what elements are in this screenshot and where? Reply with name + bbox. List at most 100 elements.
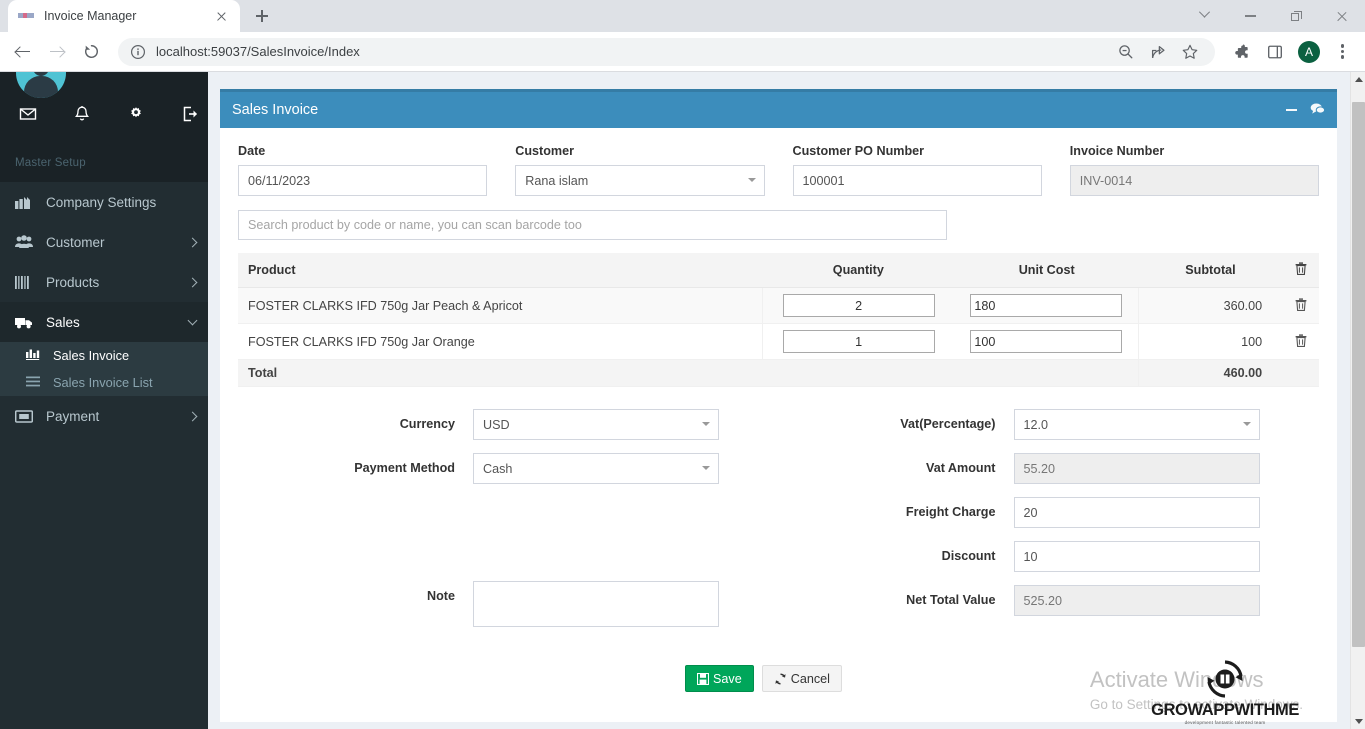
field-customer: Customer Rana islam [515, 144, 764, 196]
unit-cost-input[interactable]: 100 [970, 330, 1122, 353]
scroll-down-arrow[interactable] [1351, 714, 1365, 729]
refresh-icon [774, 673, 787, 685]
sidebar-item-sales-invoice-list[interactable]: Sales Invoice List [0, 369, 208, 396]
net-total-value: 525.20 [1014, 585, 1260, 616]
vat-percentage-select[interactable]: 12.0 [1014, 409, 1260, 440]
browser-tab[interactable]: Invoice Manager [8, 0, 240, 32]
browser-toolbar: localhost:59037/SalesInvoice/Index [0, 32, 1365, 72]
logout-icon[interactable] [180, 104, 200, 124]
reload-icon[interactable] [76, 37, 106, 67]
tab-search-icon[interactable] [1181, 0, 1227, 32]
table-total-row: Total 460.00 [238, 360, 1319, 387]
cell-subtotal: 360.00 [1139, 288, 1282, 324]
bell-icon[interactable] [72, 104, 92, 124]
panel-title: Sales Invoice [232, 102, 1286, 118]
panel-header: Sales Invoice [220, 92, 1337, 128]
extensions-icon[interactable] [1227, 38, 1255, 66]
side-panel-icon[interactable] [1261, 38, 1289, 66]
close-tab-icon[interactable] [212, 7, 230, 25]
close-window-icon[interactable] [1319, 0, 1365, 32]
tab-title: Invoice Manager [44, 9, 212, 23]
sidebar-item-company-settings[interactable]: Company Settings [0, 182, 208, 222]
th-actions [1282, 253, 1319, 288]
trash-icon [1295, 262, 1307, 275]
field-net-total-value: Net Total Value 525.20 [779, 585, 1320, 616]
url-text: localhost:59037/SalesInvoice/Index [156, 44, 1117, 59]
main-content: Sales Invoice Date 06/11/2023 [208, 72, 1365, 729]
sidebar-label: Sales Invoice [53, 348, 129, 363]
invoice-summary-form: Currency USD Payment Method [238, 409, 1319, 651]
list-icon [26, 375, 44, 390]
summary-right-column: Vat(Percentage) 12.0 Vat Amount [779, 409, 1320, 645]
share-icon[interactable] [1149, 43, 1167, 61]
sidebar-item-products[interactable]: Products [0, 262, 208, 302]
chat-bubble-icon[interactable] [1310, 102, 1325, 119]
field-date: Date 06/11/2023 [238, 144, 487, 196]
summary-left-column: Currency USD Payment Method [238, 409, 779, 645]
panel-minimize-icon[interactable] [1286, 109, 1297, 111]
cancel-button[interactable]: Cancel [762, 665, 842, 692]
sidebar-item-sales[interactable]: Sales [0, 302, 208, 342]
table-row: FOSTER CLARKS IFD 750g Jar Orange 1 100 … [238, 324, 1319, 360]
field-currency: Currency USD [238, 409, 779, 440]
window-controls [1181, 0, 1365, 32]
discount-input[interactable]: 10 [1014, 541, 1260, 572]
field-freight-charge: Freight Charge 20 [779, 497, 1320, 528]
site-info-icon[interactable] [130, 44, 146, 60]
sidebar-item-customer[interactable]: Customer [0, 222, 208, 262]
zoom-out-icon[interactable] [1117, 43, 1135, 61]
field-note: Note [238, 581, 779, 632]
sidebar-label: Payment [46, 409, 189, 424]
sidebar-label: Products [46, 275, 189, 290]
profile-avatar[interactable]: A [1295, 38, 1323, 66]
customer-select[interactable]: Rana islam [515, 165, 764, 196]
scroll-up-arrow[interactable] [1351, 72, 1365, 87]
sidebar-item-sales-invoice[interactable]: Sales Invoice [0, 342, 208, 369]
bookmark-star-icon[interactable] [1181, 43, 1199, 61]
cell-action [1282, 324, 1319, 360]
chevron-down-icon [748, 178, 756, 182]
delete-row-icon[interactable] [1295, 298, 1307, 314]
chevron-down-icon [702, 422, 710, 426]
user-avatar[interactable] [16, 72, 66, 98]
back-icon[interactable] [8, 37, 38, 67]
sidebar-label: Sales Invoice List [53, 375, 153, 390]
chevron-right-icon [188, 237, 198, 247]
sidebar-submenu-sales: Sales Invoice Sales Invoice List [0, 342, 208, 396]
field-vat-amount: Vat Amount 55.20 [779, 453, 1320, 484]
po-number-input[interactable]: 100001 [793, 165, 1042, 196]
gear-icon[interactable] [126, 104, 146, 124]
total-value: 460.00 [1139, 360, 1282, 387]
currency-label: Currency [238, 409, 473, 431]
address-bar[interactable]: localhost:59037/SalesInvoice/Index [118, 38, 1215, 66]
sidebar-quick-actions [0, 104, 208, 124]
note-textarea[interactable] [473, 581, 719, 627]
chevron-down-icon [702, 466, 710, 470]
field-payment-method: Payment Method Cash [238, 453, 779, 484]
mail-icon[interactable] [18, 104, 38, 124]
currency-select[interactable]: USD [473, 409, 719, 440]
minimize-window-icon[interactable] [1227, 0, 1273, 32]
forward-icon[interactable] [42, 37, 72, 67]
cell-quantity: 1 [762, 324, 954, 360]
quantity-input[interactable]: 2 [783, 294, 935, 317]
customer-value: Rana islam [525, 174, 588, 188]
cell-product: FOSTER CLARKS IFD 750g Jar Peach & Apric… [238, 288, 762, 324]
sidebar-item-payment[interactable]: Payment [0, 396, 208, 436]
product-search-input[interactable]: Search product by code or name, you can … [238, 210, 947, 240]
page-scrollbar[interactable] [1350, 72, 1365, 729]
browser-menu-icon[interactable] [1329, 38, 1357, 66]
freight-charge-input[interactable]: 20 [1014, 497, 1260, 528]
restore-window-icon[interactable] [1273, 0, 1319, 32]
delete-row-icon[interactable] [1295, 334, 1307, 350]
save-button[interactable]: Save [685, 665, 754, 692]
scrollbar-thumb[interactable] [1352, 102, 1365, 647]
date-input[interactable]: 06/11/2023 [238, 165, 487, 196]
th-unit-cost: Unit Cost [955, 253, 1139, 288]
payment-method-select[interactable]: Cash [473, 453, 719, 484]
new-tab-button[interactable] [248, 2, 276, 30]
unit-cost-input[interactable]: 180 [970, 294, 1122, 317]
invoice-header-fields: Date 06/11/2023 Customer Rana islam Cust… [238, 144, 1319, 196]
toolbar-actions: A [1221, 38, 1357, 66]
quantity-input[interactable]: 1 [783, 330, 935, 353]
